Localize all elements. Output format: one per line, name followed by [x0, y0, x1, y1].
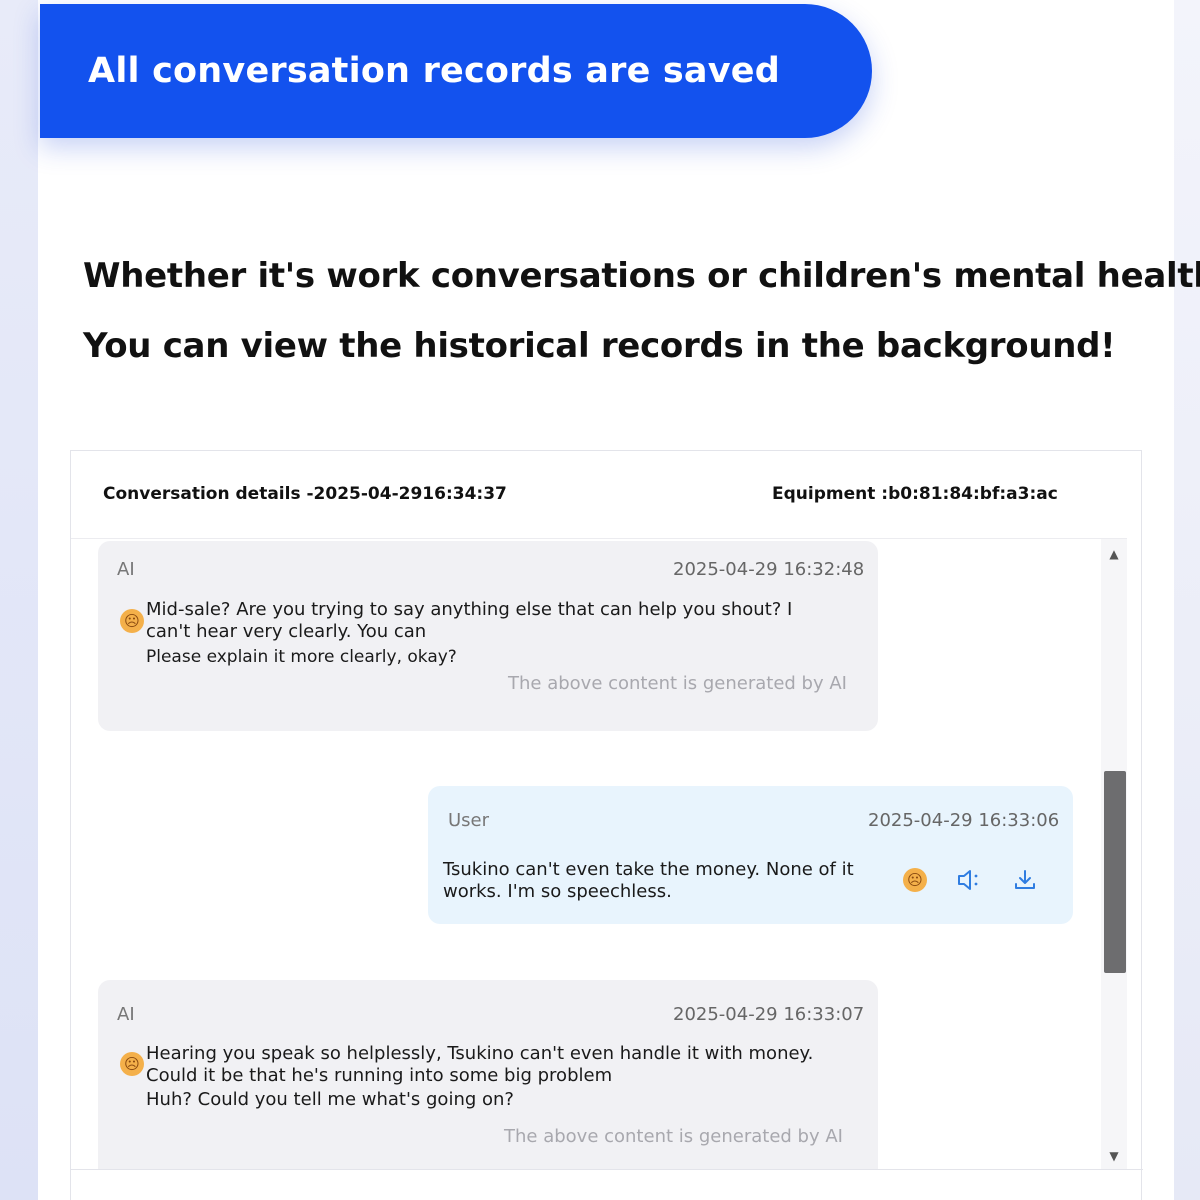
worried-face-icon: ☹ — [120, 609, 144, 633]
conversation-panel: Conversation details -2025-04-2916:34:37… — [70, 450, 1143, 1200]
sad-face-icon: ☹ — [120, 1052, 144, 1076]
message-text-line-3: Huh? Could you tell me what's going on? — [146, 1089, 514, 1110]
saved-records-banner: All conversation records are saved — [40, 4, 872, 138]
message-role: AI — [117, 559, 135, 580]
sad-face-icon[interactable]: ☹ — [903, 868, 927, 892]
message-timestamp: 2025-04-29 16:33:07 — [673, 1004, 865, 1025]
panel-header: Conversation details -2025-04-2916:34:37… — [71, 451, 1127, 539]
ai-generated-note: The above content is generated by AI — [504, 1126, 843, 1147]
chat-scrollbar[interactable]: ▲ ▼ — [1101, 539, 1127, 1169]
message-text-line-2: works. I'm so speechless. — [443, 881, 672, 902]
user-message-bubble: User 2025-04-29 16:33:06 Tsukino can't e… — [428, 786, 1073, 924]
headline-line-1: Whether it's work conversations or child… — [83, 256, 1200, 296]
chat-scroll-area[interactable]: AI 2025-04-29 16:32:48 ☹ Mid-sale? Are y… — [71, 539, 1101, 1169]
panel-divider — [71, 1169, 1143, 1170]
left-background-strip — [0, 0, 38, 1200]
scroll-thumb[interactable] — [1104, 771, 1126, 973]
message-timestamp: 2025-04-29 16:32:48 — [673, 559, 865, 580]
ai-generated-note: The above content is generated by AI — [508, 673, 847, 694]
ai-message-bubble: AI 2025-04-29 16:33:07 ☹ Hearing you spe… — [98, 980, 878, 1169]
message-text-line-1: Hearing you speak so helplessly, Tsukino… — [146, 1043, 814, 1064]
message-text-line-3: Please explain it more clearly, okay? — [146, 647, 457, 667]
message-text-line-1: Mid-sale? Are you trying to say anything… — [146, 599, 793, 620]
ai-message-bubble: AI 2025-04-29 16:32:48 ☹ Mid-sale? Are y… — [98, 541, 878, 731]
message-timestamp: 2025-04-29 16:33:06 — [868, 810, 1060, 831]
right-background-strip — [1174, 0, 1200, 1200]
scroll-up-arrow-icon[interactable]: ▲ — [1101, 543, 1127, 565]
message-role: AI — [117, 1004, 135, 1025]
equipment-id: Equipment :b0:81:84:bf:a3:ac — [772, 484, 1058, 504]
scroll-down-arrow-icon[interactable]: ▼ — [1101, 1145, 1127, 1167]
banner-text: All conversation records are saved — [88, 51, 780, 91]
speaker-icon[interactable] — [956, 866, 984, 894]
download-icon[interactable] — [1011, 866, 1039, 894]
headline-line-2: You can view the historical records in t… — [83, 326, 1116, 366]
message-text-line-2: can't hear very clearly. You can — [146, 621, 427, 642]
message-text-line-2: Could it be that he's running into some … — [146, 1065, 613, 1086]
conversation-title: Conversation details -2025-04-2916:34:37 — [103, 484, 507, 504]
message-text-line-1: Tsukino can't even take the money. None … — [443, 859, 854, 880]
message-role: User — [448, 810, 490, 831]
